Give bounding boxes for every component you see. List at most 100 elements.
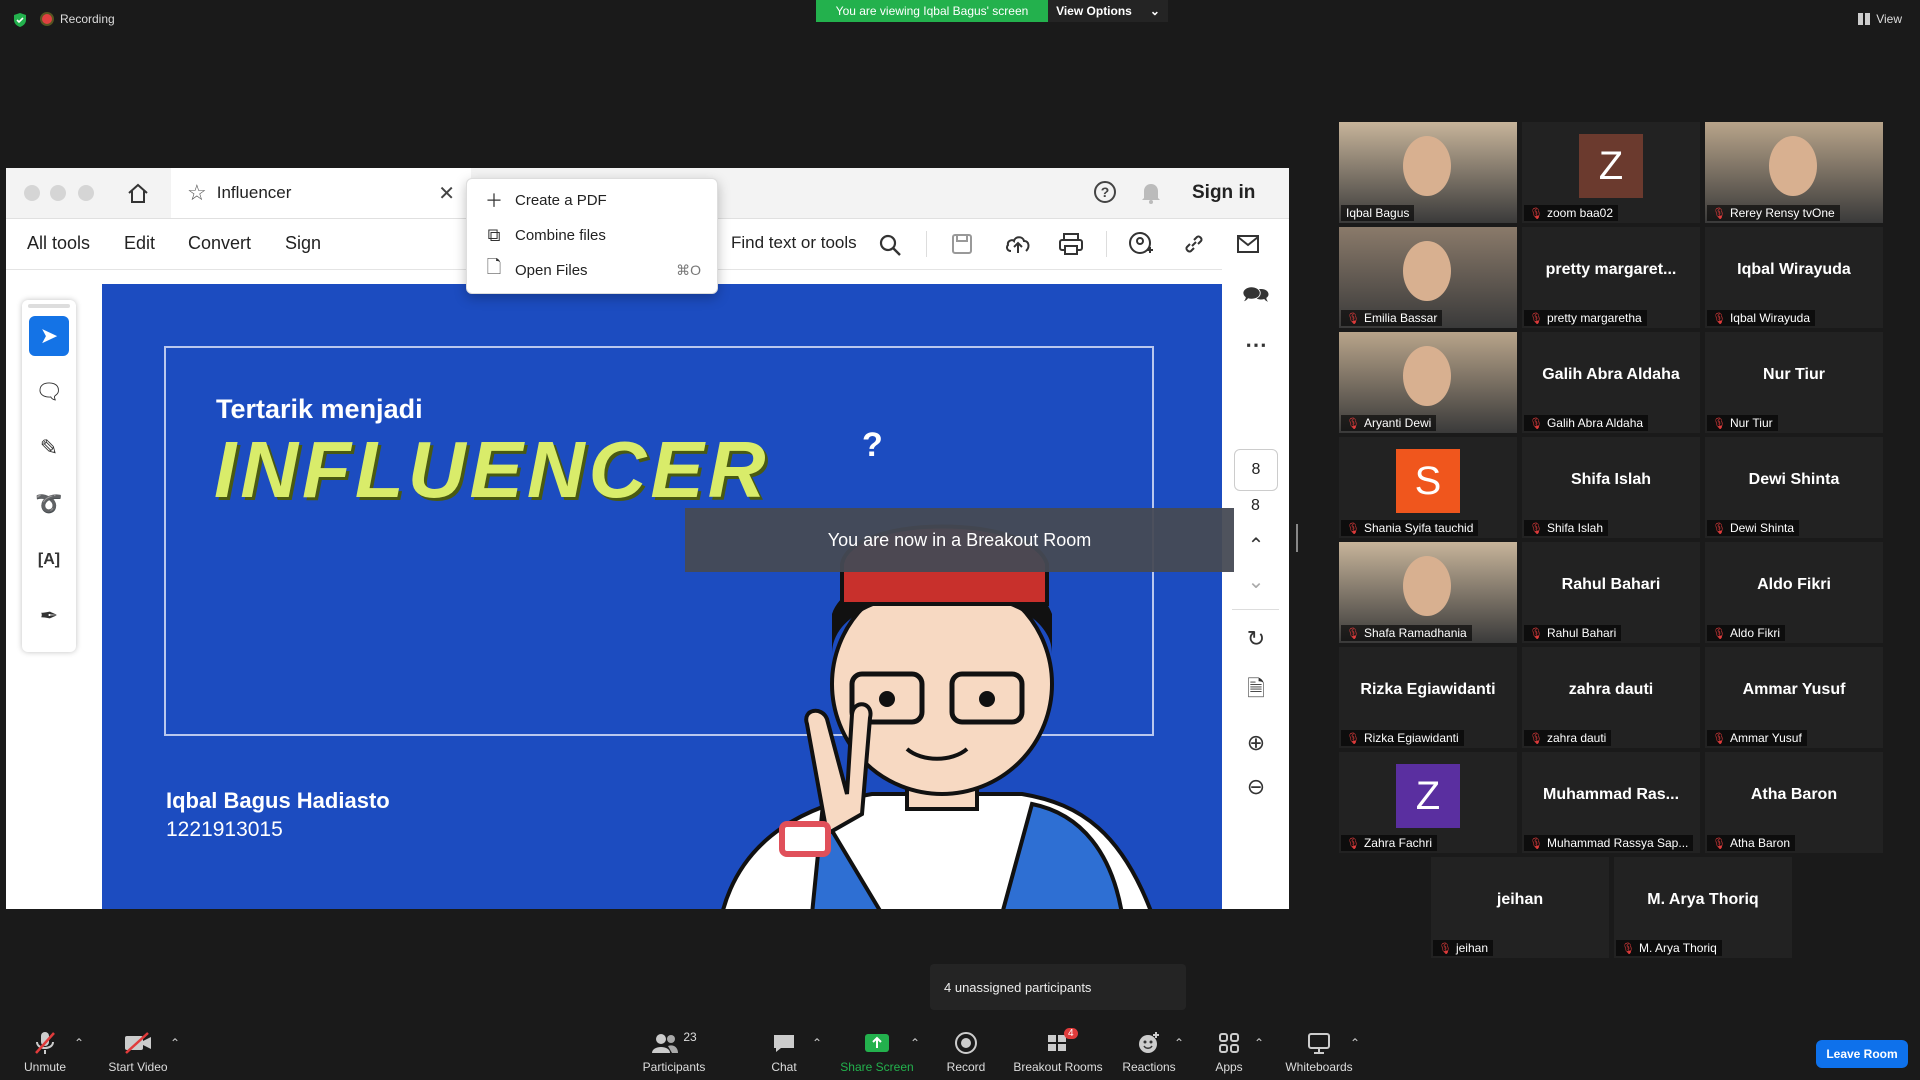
mic-muted-icon: 🎙 [1438, 942, 1452, 955]
rotate-icon[interactable]: ↻ [1236, 619, 1276, 659]
participant-tile[interactable]: 🎙 Emilia Bassar [1339, 227, 1517, 328]
slide-question-mark: ? [862, 426, 883, 464]
menu-edit[interactable]: Edit [124, 233, 155, 254]
recording-label: Recording [60, 12, 115, 26]
participant-tile[interactable]: 🎙 Shafa Ramadhania [1339, 542, 1517, 643]
participant-tile[interactable]: S 🎙 Shania Syifa tauchid [1339, 437, 1517, 538]
participant-tile[interactable]: zahra dauti 🎙 zahra dauti [1522, 647, 1700, 748]
zoom-out-icon[interactable]: ⊖ [1236, 767, 1276, 807]
participant-tile[interactable]: Muhammad Ras... 🎙 Muhammad Rassya Sap... [1522, 752, 1700, 853]
participant-tile[interactable]: Atha Baron 🎙 Atha Baron [1705, 752, 1883, 853]
dropdown-item-combine-files[interactable]: ⧉ Combine files [467, 218, 717, 252]
participant-name: Aldo Fikri [1757, 576, 1831, 593]
search-icon[interactable] [878, 233, 902, 257]
chat-options-caret[interactable]: ⌃ [812, 1036, 822, 1050]
recording-indicator[interactable]: Recording [40, 12, 115, 26]
participant-tile[interactable]: Galih Abra Aldaha 🎙 Galih Abra Aldaha [1522, 332, 1700, 433]
participants-button[interactable]: 23 Participants [624, 1030, 724, 1074]
menu-convert[interactable]: Convert [188, 233, 251, 254]
view-button[interactable]: View [1858, 12, 1902, 26]
dropdown-item-create-pdf[interactable]: ＋ Create a PDF [467, 183, 717, 217]
author-name: Iqbal Bagus Hadiasto [166, 788, 390, 813]
zoom-in-icon[interactable]: ⊕ [1236, 723, 1276, 763]
maximize-window-dot[interactable] [78, 185, 94, 201]
participant-display-name: Aryanti Dewi [1363, 416, 1432, 430]
page-extract-icon[interactable]: 🗎 [1236, 671, 1276, 711]
mic-muted-icon: 🎙 [1712, 732, 1726, 745]
sign-pen-icon[interactable]: ✒ [29, 596, 69, 636]
participant-tile[interactable]: Shifa Islah 🎙 Shifa Islah [1522, 437, 1700, 538]
draw-freehand-icon[interactable]: ➰ [29, 484, 69, 524]
participant-label: 🎙 Muhammad Rassya Sap... [1524, 835, 1694, 851]
file-dropdown-menu: ＋ Create a PDF ⧉ Combine files 🗋 Open Fi… [466, 178, 718, 294]
find-text-field[interactable]: Find text or tools [731, 233, 857, 253]
mic-muted-icon: 🎙 [1712, 837, 1726, 850]
mic-muted-icon: 🎙 [1712, 207, 1726, 220]
participant-tile[interactable]: Rahul Bahari 🎙 Rahul Bahari [1522, 542, 1700, 643]
participant-display-name: Iqbal Wirayuda [1729, 311, 1811, 325]
participant-tile[interactable]: M. Arya Thoriq 🎙 M. Arya Thoriq [1614, 857, 1792, 958]
participant-tile[interactable]: Z 🎙 zoom baa02 [1522, 122, 1700, 223]
participant-tile[interactable]: Rizka Egiawidanti 🎙 Rizka Egiawidanti [1339, 647, 1517, 748]
breakout-room-notification: You are now in a Breakout Room [685, 508, 1234, 572]
apps-options-caret[interactable]: ⌃ [1254, 1036, 1264, 1050]
viewing-banner: You are viewing Iqbal Bagus' screen [816, 0, 1048, 22]
participant-display-name: jeihan [1455, 941, 1488, 955]
page-number-input[interactable]: 8 [1234, 449, 1278, 491]
email-icon[interactable] [1236, 234, 1260, 254]
participant-face [1403, 241, 1451, 301]
breakout-rooms-button[interactable]: 4 Breakout Rooms [1008, 1028, 1108, 1074]
save-icon[interactable] [950, 232, 974, 256]
menu-all-tools[interactable]: All tools [27, 233, 90, 254]
text-select-icon[interactable]: [A] [29, 540, 69, 580]
participant-display-name: Shifa Islah [1546, 521, 1604, 535]
participant-display-name: Zahra Fachri [1363, 836, 1432, 850]
participant-tile[interactable]: Z 🎙 Zahra Fachri [1339, 752, 1517, 853]
participant-tile[interactable]: Dewi Shinta 🎙 Dewi Shinta [1705, 437, 1883, 538]
whiteboards-options-caret[interactable]: ⌃ [1350, 1036, 1360, 1050]
participant-tile[interactable]: Nur Tiur 🎙 Nur Tiur [1705, 332, 1883, 433]
participant-tile[interactable]: 🎙 Aryanti Dewi [1339, 332, 1517, 433]
sign-in-button[interactable]: Sign in [1192, 182, 1255, 204]
close-window-dot[interactable] [24, 185, 40, 201]
participant-tile[interactable]: Iqbal Bagus [1339, 122, 1517, 223]
menu-sign[interactable]: Sign [285, 233, 321, 254]
help-icon[interactable]: ? [1094, 181, 1116, 203]
participant-tile[interactable]: Ammar Yusuf 🎙 Ammar Yusuf [1705, 647, 1883, 748]
select-cursor-icon[interactable]: ➤ [29, 316, 69, 356]
print-icon[interactable] [1058, 232, 1084, 256]
splitter-handle[interactable] [1296, 524, 1298, 552]
minimize-window-dot[interactable] [50, 185, 66, 201]
participant-tile[interactable]: jeihan 🎙 jeihan [1431, 857, 1609, 958]
star-icon[interactable]: ☆ [187, 180, 207, 206]
home-icon[interactable] [126, 182, 150, 204]
highlight-pen-icon[interactable]: ✎ [29, 428, 69, 468]
bell-icon[interactable] [1140, 181, 1162, 205]
record-button[interactable]: Record [916, 1030, 1016, 1074]
leave-room-button[interactable]: Leave Room [1816, 1040, 1908, 1068]
start-video-label: Start Video [108, 1060, 168, 1074]
add-comment-icon[interactable]: 🗨 [29, 372, 69, 412]
view-options-button[interactable]: View Options ⌄ [1048, 0, 1168, 22]
more-options-icon[interactable]: ⋯ [1236, 325, 1276, 365]
shield-icon[interactable] [12, 12, 28, 28]
mic-muted-icon: 🎙 [1712, 522, 1726, 535]
tab-influencer[interactable]: ☆ Influencer ✕ [171, 168, 471, 218]
audio-options-caret[interactable]: ⌃ [74, 1036, 84, 1050]
share-user-icon[interactable] [1128, 231, 1154, 257]
tools-side-panel: ➤ 🗨 ✎ ➰ [A] ✒ [22, 300, 76, 652]
participant-tile[interactable]: 🎙 Rerey Rensy tvOne [1705, 122, 1883, 223]
participant-tile[interactable]: Iqbal Wirayuda 🎙 Iqbal Wirayuda [1705, 227, 1883, 328]
comments-icon[interactable]: 🗪 [1236, 277, 1276, 317]
page-up-icon[interactable]: ⌃ [1236, 525, 1276, 565]
cloud-upload-icon[interactable] [1004, 231, 1032, 257]
participant-tile[interactable]: pretty margaret... 🎙 pretty margaretha [1522, 227, 1700, 328]
dropdown-item-open-files[interactable]: 🗋 Open Files ⌘O [467, 253, 717, 287]
link-icon[interactable] [1182, 232, 1206, 256]
close-icon[interactable]: ✕ [438, 181, 455, 206]
record-icon [954, 1030, 978, 1056]
page-down-icon[interactable]: ⌄ [1236, 561, 1276, 601]
participant-tile[interactable]: Aldo Fikri 🎙 Aldo Fikri [1705, 542, 1883, 643]
participant-display-name: Shafa Ramadhania [1363, 626, 1467, 640]
video-options-caret[interactable]: ⌃ [170, 1036, 180, 1050]
